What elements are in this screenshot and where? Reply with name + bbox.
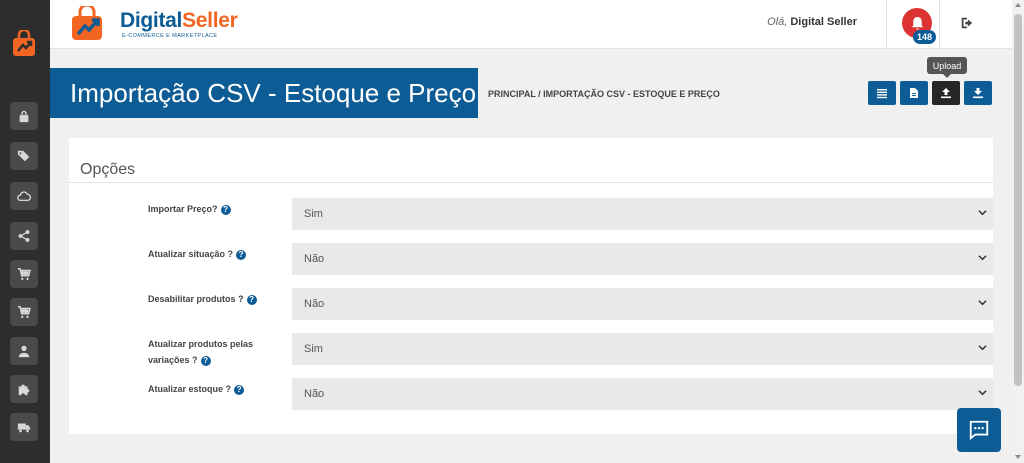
brand-name: DigitalSeller <box>120 9 238 32</box>
page-title: Importação CSV - Estoque e Preço <box>70 78 477 108</box>
user-icon <box>18 345 30 358</box>
file-button[interactable] <box>900 81 928 105</box>
help-icon[interactable]: ? <box>220 204 231 215</box>
page-title-banner: Importação CSV - Estoque e Preço <box>50 68 478 118</box>
upload-tooltip: Upload <box>927 57 967 78</box>
sidebar-item-user[interactable] <box>10 337 38 365</box>
sidebar-item-shipping[interactable] <box>10 413 38 441</box>
help-icon[interactable]: ? <box>246 294 257 305</box>
scrollbar-thumb[interactable] <box>1014 14 1022 386</box>
update-by-variations-select[interactable]: Sim <box>292 333 993 365</box>
select-value: Não <box>304 298 325 310</box>
sidebar-item-cloud[interactable] <box>10 182 38 210</box>
sidebar <box>0 0 50 463</box>
brand-tagline: E-COMMERCE E MARKETPLACE <box>122 33 218 39</box>
help-icon[interactable]: ? <box>200 355 211 366</box>
logo-bag-icon <box>72 6 102 40</box>
user-greeting: Olá, Digital Seller <box>767 16 857 28</box>
option-row-update-stock: Atualizar estoque ?? Não <box>69 378 993 412</box>
header-divider <box>886 0 887 48</box>
download-button[interactable] <box>964 81 992 105</box>
select-value: Não <box>304 388 325 400</box>
sidebar-item-cart-2[interactable] <box>10 298 38 326</box>
option-row-import-price: Importar Preço?? Sim <box>69 198 993 232</box>
select-value: Sim <box>304 343 323 355</box>
download-icon <box>973 88 983 99</box>
file-icon <box>910 88 918 98</box>
sidebar-item-cart[interactable] <box>10 260 38 288</box>
app-logo-icon[interactable] <box>10 28 38 58</box>
update-stock-select[interactable]: Não <box>292 378 993 410</box>
upload-button[interactable] <box>932 81 960 105</box>
option-row-disable-products: Desabilitar produtos ?? Não <box>69 288 993 322</box>
chevron-down-icon <box>978 390 987 396</box>
option-row-update-status: Atualizar situação ?? Não <box>69 243 993 277</box>
chevron-down-icon <box>978 255 987 261</box>
option-label: Atualizar produtos pelas variações ?? <box>148 339 254 366</box>
option-label: Desabilitar produtos ?? <box>148 291 280 307</box>
sidebar-item-share[interactable] <box>10 222 38 250</box>
upload-icon <box>941 88 951 99</box>
share-icon <box>18 230 30 242</box>
chevron-down-icon <box>978 345 987 351</box>
help-icon[interactable]: ? <box>234 384 245 395</box>
sidebar-item-security[interactable] <box>10 102 38 130</box>
top-bar: DigitalSeller E-COMMERCE E MARKETPLACE O… <box>50 0 1012 49</box>
header-divider-2 <box>939 0 940 48</box>
select-value: Não <box>304 253 325 265</box>
option-label: Importar Preço?? <box>148 201 280 217</box>
update-status-select[interactable]: Não <box>292 243 993 275</box>
list-icon <box>877 89 887 99</box>
chat-support-button[interactable] <box>957 408 1001 452</box>
cart-icon <box>17 268 31 280</box>
lock-icon <box>19 110 29 123</box>
option-row-update-by-variations: Atualizar produtos pelas variações ?? Si… <box>69 333 993 367</box>
puzzle-icon <box>18 384 30 396</box>
import-price-select[interactable]: Sim <box>292 198 993 230</box>
select-value: Sim <box>304 208 323 220</box>
options-panel: Opções Importar Preço?? Sim Atualizar si… <box>69 138 993 434</box>
help-icon[interactable]: ? <box>236 249 247 260</box>
bell-icon <box>911 16 923 30</box>
logout-button[interactable] <box>960 16 976 32</box>
scroll-up-arrow-icon[interactable] <box>1015 3 1021 7</box>
sign-out-icon <box>961 17 973 29</box>
breadcrumb: PRINCIPAL / IMPORTAÇÃO CSV - ESTOQUE E P… <box>488 89 720 99</box>
page-scrollbar[interactable] <box>1012 0 1024 463</box>
cart-icon <box>17 306 31 318</box>
chat-icon <box>969 420 989 441</box>
notification-count-badge: 148 <box>913 30 937 44</box>
truck-icon <box>17 423 31 433</box>
options-title: Opções <box>80 161 136 178</box>
scroll-down-arrow-icon[interactable] <box>1015 455 1021 459</box>
options-divider <box>69 182 993 183</box>
chevron-down-icon <box>978 300 987 306</box>
option-label: Atualizar situação ?? <box>148 246 280 262</box>
sidebar-item-tags[interactable] <box>10 142 38 170</box>
chevron-down-icon <box>978 210 987 216</box>
tags-icon <box>17 150 30 162</box>
brand-logo[interactable]: DigitalSeller E-COMMERCE E MARKETPLACE <box>68 6 238 44</box>
option-label: Atualizar estoque ?? <box>148 381 280 397</box>
cloud-icon <box>17 191 31 202</box>
sidebar-item-plugins[interactable] <box>10 375 38 403</box>
disable-products-select[interactable]: Não <box>292 288 993 320</box>
list-view-button[interactable] <box>868 81 896 105</box>
